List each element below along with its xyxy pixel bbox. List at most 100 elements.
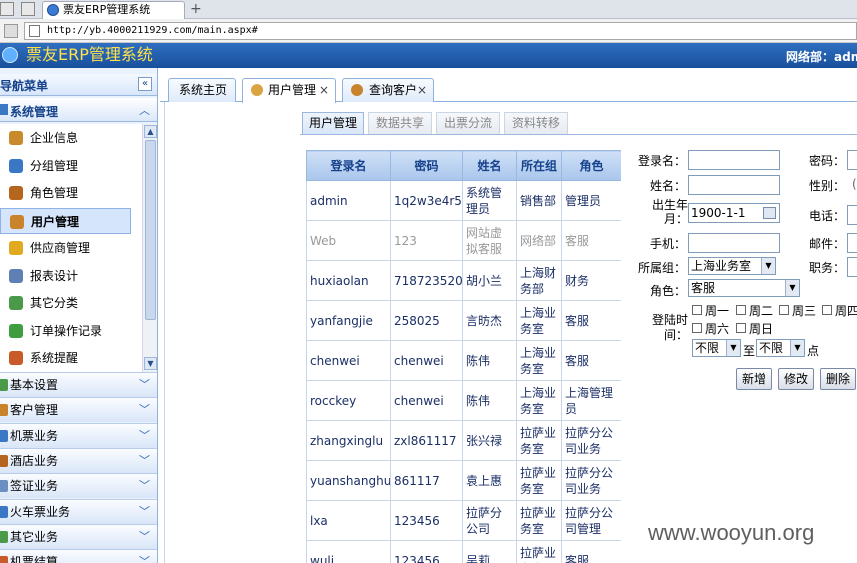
url-input[interactable]: http://yb.4000211929.com/main.aspx# — [24, 22, 857, 40]
section-6[interactable]: 其它业务 ﹀ — [0, 523, 157, 549]
sidebar-item-users[interactable]: 用户管理 — [0, 207, 131, 234]
scroll-up-arrow-icon[interactable]: ▲ — [144, 125, 157, 138]
column-header-name[interactable]: 姓名 — [462, 150, 517, 181]
edit-button[interactable]: 修改 — [778, 368, 814, 390]
cell-name: 陈伟 — [462, 340, 517, 381]
sidebar-item-role[interactable]: 角色管理 — [0, 180, 142, 206]
content-tab-bar: 系统主页 用户管理 × 查询客户 × — [160, 68, 857, 103]
sidebar-item-shield[interactable]: 供应商管理 — [0, 235, 142, 261]
table-row[interactable]: huxiaolan 718723520 胡小兰 上海财务部 财务 — [306, 260, 621, 301]
table-row[interactable]: admin 1q2w3e4r5t 系统管理员 销售部 管理员 — [306, 180, 621, 221]
group-select[interactable]: 上海业务室 ▼ — [688, 257, 776, 275]
user-info[interactable]: 网络部：adm — [786, 48, 857, 65]
sidebar-item-bell[interactable]: 系统提醒 — [0, 345, 142, 371]
browser-tab[interactable]: 票友ERP管理系统 — [42, 1, 185, 19]
system-icon — [0, 104, 8, 115]
cell-password: zxl861117 — [390, 420, 463, 461]
email-input[interactable] — [847, 233, 857, 253]
table-row[interactable]: zhangxinglu zxl861117 张兴禄 拉萨业务室 拉萨分公司业务 — [306, 420, 621, 461]
cell-group: 上海业务室 — [516, 300, 562, 341]
sidebar-item-building[interactable]: 企业信息 — [0, 125, 142, 151]
menu-scrollbar[interactable]: ▲ ▼ — [142, 124, 157, 372]
section-4[interactable]: 签证业务 ﹀ — [0, 473, 157, 499]
chevron-down-icon: ﹀ — [139, 504, 150, 518]
tab-query-customer[interactable]: 查询客户 × — [342, 78, 434, 102]
cell-password: 123456 — [390, 500, 463, 541]
role-select[interactable]: 客服 ▼ — [688, 279, 800, 297]
section-7[interactable]: 机票结算 ﹀ — [0, 549, 157, 563]
name-input[interactable] — [688, 175, 780, 195]
checkbox-saturday[interactable] — [692, 323, 702, 333]
section-2[interactable]: 机票业务 ﹀ — [0, 422, 157, 448]
inner-tab-ticket-routing[interactable]: 出票分流 — [436, 112, 500, 134]
checkbox-thursday[interactable] — [822, 305, 832, 315]
scroll-thumb[interactable] — [145, 140, 156, 320]
close-tab-icon[interactable]: × — [319, 79, 329, 101]
tab-list-icon[interactable] — [21, 2, 35, 16]
sidebar-item-label: 报表设计 — [30, 268, 79, 283]
sidebar-item-label: 其它分类 — [30, 296, 79, 310]
checkbox-monday[interactable] — [692, 305, 702, 315]
section-5[interactable]: 火车票业务 ﹀ — [0, 498, 157, 524]
users-icon — [10, 214, 24, 229]
section-0[interactable]: 基本设置 ﹀ — [0, 372, 157, 397]
time-to-select[interactable]: 不限 ▼ — [756, 339, 805, 357]
section-1[interactable]: 客户管理 ﹀ — [0, 397, 157, 423]
time-from-value: 不限 — [695, 341, 720, 355]
login-input[interactable] — [688, 150, 780, 170]
sunday-label: 周日 — [749, 322, 774, 336]
table-row[interactable]: lxa 123456 拉萨分公司 拉萨业务室 拉萨分公司管理 — [306, 500, 621, 541]
tab-label: 查询客户 — [369, 83, 418, 97]
category-icon — [9, 296, 23, 310]
time-from-select[interactable]: 不限 ▼ — [692, 339, 741, 357]
table-row[interactable]: rocckey chenwei 陈伟 上海业务室 上海管理员 — [306, 380, 621, 421]
chevron-down-icon: ▼ — [790, 340, 804, 356]
sidebar-item-report[interactable]: 报表设计 — [0, 263, 142, 289]
cell-login: yuanshanghui — [306, 460, 391, 501]
table-row[interactable]: yuanshanghui 861117 袁上惠 拉萨业务室 拉萨分公司业务 — [306, 460, 621, 501]
table-row[interactable]: chenwei chenwei 陈伟 上海业务室 客服 — [306, 340, 621, 381]
inner-tab-user-management[interactable]: 用户管理 — [302, 112, 364, 134]
tab-home[interactable]: 系统主页 — [168, 78, 236, 102]
calendar-icon[interactable] — [763, 207, 776, 219]
checkbox-tuesday[interactable] — [736, 305, 746, 315]
password-input[interactable] — [847, 150, 857, 170]
sidebar-item-category[interactable]: 其它分类 — [0, 290, 142, 316]
column-header-role[interactable]: 角色 — [561, 150, 621, 181]
birth-date-input[interactable]: 1900-1-1 — [688, 203, 780, 223]
table-row[interactable]: yanfangjie 258025 言昉杰 上海业务室 客服 — [306, 300, 621, 341]
section-icon — [0, 379, 8, 391]
gender-value[interactable]: ( — [852, 177, 857, 191]
add-button[interactable]: 新增 — [736, 368, 772, 390]
inner-tab-data-transfer[interactable]: 资料转移 — [504, 112, 568, 134]
sidebar-item-org-chart[interactable]: 分组管理 — [0, 153, 142, 179]
new-tab-button[interactable]: + — [190, 0, 202, 18]
inner-tab-data-sharing[interactable]: 数据共享 — [368, 112, 432, 134]
column-header-password[interactable]: 密码 — [390, 150, 463, 181]
tab-user-management[interactable]: 用户管理 × — [242, 78, 336, 103]
sidebar-toggle-icon[interactable] — [4, 24, 18, 38]
delete-button[interactable]: 删除 — [820, 368, 856, 390]
checkbox-sunday[interactable] — [736, 323, 746, 333]
collapse-sidebar-button[interactable]: « — [138, 77, 152, 91]
section-icon — [0, 556, 8, 563]
cell-group: 拉萨业务室 — [516, 540, 562, 563]
tel-input[interactable] — [847, 205, 857, 225]
section-system-management[interactable]: 系统管理 ︿ — [0, 98, 157, 122]
sidebar-item-label: 供应商管理 — [30, 241, 91, 255]
table-row[interactable]: Web 123 网站虚拟客服 网络部 客服 — [306, 220, 621, 261]
sidebar-item-check[interactable]: 订单操作记录 — [0, 318, 142, 344]
sidebar-item-label: 分组管理 — [30, 158, 79, 173]
close-tab-icon[interactable]: × — [417, 79, 427, 101]
table-row[interactable]: wuli123456吴莉拉萨业务室客服 — [306, 540, 621, 563]
position-input[interactable] — [847, 257, 857, 277]
column-header-login[interactable]: 登录名 — [306, 150, 391, 181]
cell-role: 客服 — [561, 340, 621, 381]
cell-password: 861117 — [390, 460, 463, 501]
scroll-down-arrow-icon[interactable]: ▼ — [144, 357, 157, 370]
phone-input[interactable] — [688, 233, 780, 253]
checkbox-wednesday[interactable] — [779, 305, 789, 315]
section-3[interactable]: 酒店业务 ﹀ — [0, 447, 157, 473]
column-header-group[interactable]: 所在组 — [516, 150, 562, 181]
window-menu-icon[interactable] — [0, 2, 14, 16]
